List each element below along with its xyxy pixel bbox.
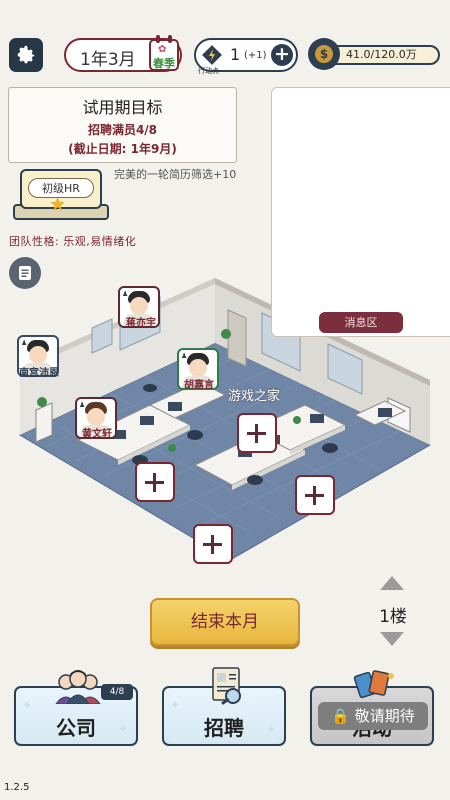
company-label: 公司	[56, 716, 96, 740]
floor-down-arrow-icon[interactable]	[380, 632, 404, 646]
add-action-point-button[interactable]: +	[271, 44, 293, 66]
add-employee-seat[interactable]	[295, 475, 335, 515]
hr-rank-badge[interactable]: 初级HR ★	[13, 168, 109, 222]
action-point-label: 行动点	[198, 67, 219, 75]
flower-icon: ✿	[158, 44, 167, 55]
worker-name: 南宫沛恩	[19, 368, 59, 379]
add-employee-seat[interactable]	[237, 413, 277, 453]
coming-soon-text: 敬请期待	[354, 707, 415, 725]
action-point-delta: (+1)	[244, 50, 267, 61]
action-point-value: 1	[230, 45, 241, 64]
event-cards-icon	[353, 670, 394, 699]
season-label: 春季	[153, 57, 175, 70]
recruit-button[interactable]: ✦ ✦ 招聘	[162, 667, 286, 746]
resume-search-icon	[212, 667, 241, 705]
star-icon: ★	[50, 195, 66, 215]
money-display: 41.0/120.0万 $	[308, 38, 440, 70]
coming-soon-overlay: 🔒 敬请期待	[318, 702, 428, 730]
season-calendar-icon: ✿ 春季	[147, 35, 181, 75]
floor-label: 1楼	[379, 607, 407, 627]
worker-name: 胡嘉言	[184, 380, 214, 391]
action-point-icon	[202, 45, 222, 65]
lock-icon: 🔒	[331, 707, 350, 725]
goal-requirement: 招聘满员4/8	[87, 123, 158, 137]
gear-icon	[17, 45, 35, 64]
goal-title: 试用期目标	[82, 98, 163, 117]
probation-goal-card: 试用期目标 招聘满员4/8 (截止日期: 1年9月)	[8, 87, 237, 163]
event-button: 活动 🔒 敬请期待	[310, 670, 434, 746]
hr-bonus-text: 完美的一轮简历筛选+10	[114, 168, 237, 181]
team-icon	[55, 670, 101, 704]
company-button[interactable]: ✦ ✦ 4/8 公司	[14, 670, 138, 746]
floor-up-arrow-icon[interactable]	[380, 576, 404, 590]
worker-name: 蒋亦宇	[126, 318, 156, 329]
version-label: 1.2.5	[4, 782, 30, 793]
action-points: 行动点 1 (+1) +	[194, 38, 298, 75]
message-panel	[271, 87, 450, 337]
add-employee-seat[interactable]	[193, 524, 233, 564]
settings-button[interactable]	[9, 38, 43, 72]
end-month-button[interactable]: 结束本月	[150, 598, 300, 646]
watermark-text: 游戏之家	[228, 389, 281, 404]
add-employee-seat[interactable]	[135, 462, 175, 502]
money-bag-icon: $	[308, 38, 340, 70]
employee-count-badge: 4/8	[101, 684, 133, 700]
recruit-label: 招聘	[204, 716, 244, 740]
team-trait: 团队性格: 乐观,易情绪化	[9, 235, 137, 248]
current-date: 1年3月	[80, 50, 136, 70]
message-area-tab[interactable]: 消息区	[319, 312, 403, 333]
worker-name: 黄文轩	[82, 429, 112, 440]
goal-deadline: (截止日期: 1年9月)	[68, 142, 177, 156]
